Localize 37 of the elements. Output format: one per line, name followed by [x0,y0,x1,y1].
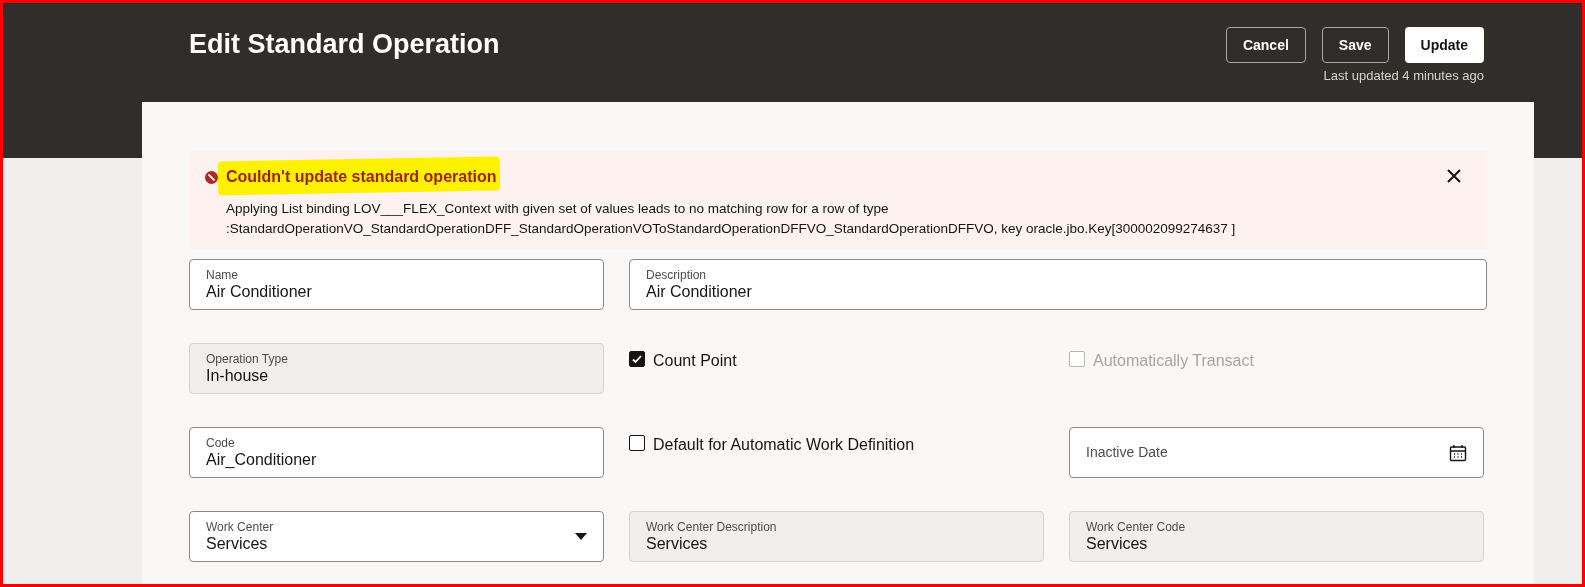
caret-icon [575,533,587,540]
primary-button[interactable]: Update [1404,27,1484,63]
error-icon [205,170,218,184]
checkbox-label: Automatically Transact [1093,351,1254,371]
input-field[interactable]: Description Air Conditioner [629,259,1487,310]
close-icon[interactable] [1447,169,1461,183]
field-value: Services [1086,533,1149,554]
select-field[interactable]: Work Center Services [189,511,604,562]
error-message: Applying List binding LOV___FLEX_Context with given set of values leads to no matching row for a row of type [226,200,890,218]
field-label: Inactive Date [1086,443,1169,462]
field-value: Air Conditioner [646,282,753,302]
checkbox[interactable] [629,435,645,451]
secondary-button[interactable]: Cancel [1225,27,1306,63]
date-field[interactable]: Inactive Date [1069,427,1484,478]
calendar-icon[interactable] [1449,443,1467,462]
field-label: Name [206,267,239,282]
page-title: Edit Standard Operation [189,28,500,61]
error-title: Couldn't update standard operation [226,168,497,185]
field-label: Operation Type [206,351,289,366]
secondary-button[interactable]: Save [1321,27,1389,63]
field-label: Work Center Description [646,519,778,534]
error-message: :StandardOperationVO_StandardOperationDFF_StandardOperationVOToStandardOperationDFFVO_StandardOperationDFFVO, key oracle.jbo.Key[300002099274637 ] [226,220,1237,238]
field-label: Work Center [206,519,275,534]
input-field[interactable]: Code Air_Conditioner [189,427,604,478]
last-updated-text: Last updated 4 minutes ago [1323,67,1484,85]
field-label: Work Center Code [1086,519,1187,534]
input-field[interactable]: Name Air Conditioner [189,259,604,310]
field-value: Services [206,533,269,554]
field-value: Air_Conditioner [206,449,318,470]
checkbox-label: Count Point [653,351,737,371]
field-value: Services [646,533,709,554]
field-value: Air Conditioner [206,281,313,302]
field-label: Description [646,267,708,282]
field-value: In-house [206,366,270,386]
checkbox[interactable] [629,351,645,367]
checkbox-label: Default for Automatic Work Definition [653,435,915,455]
field-label: Code [206,435,236,450]
